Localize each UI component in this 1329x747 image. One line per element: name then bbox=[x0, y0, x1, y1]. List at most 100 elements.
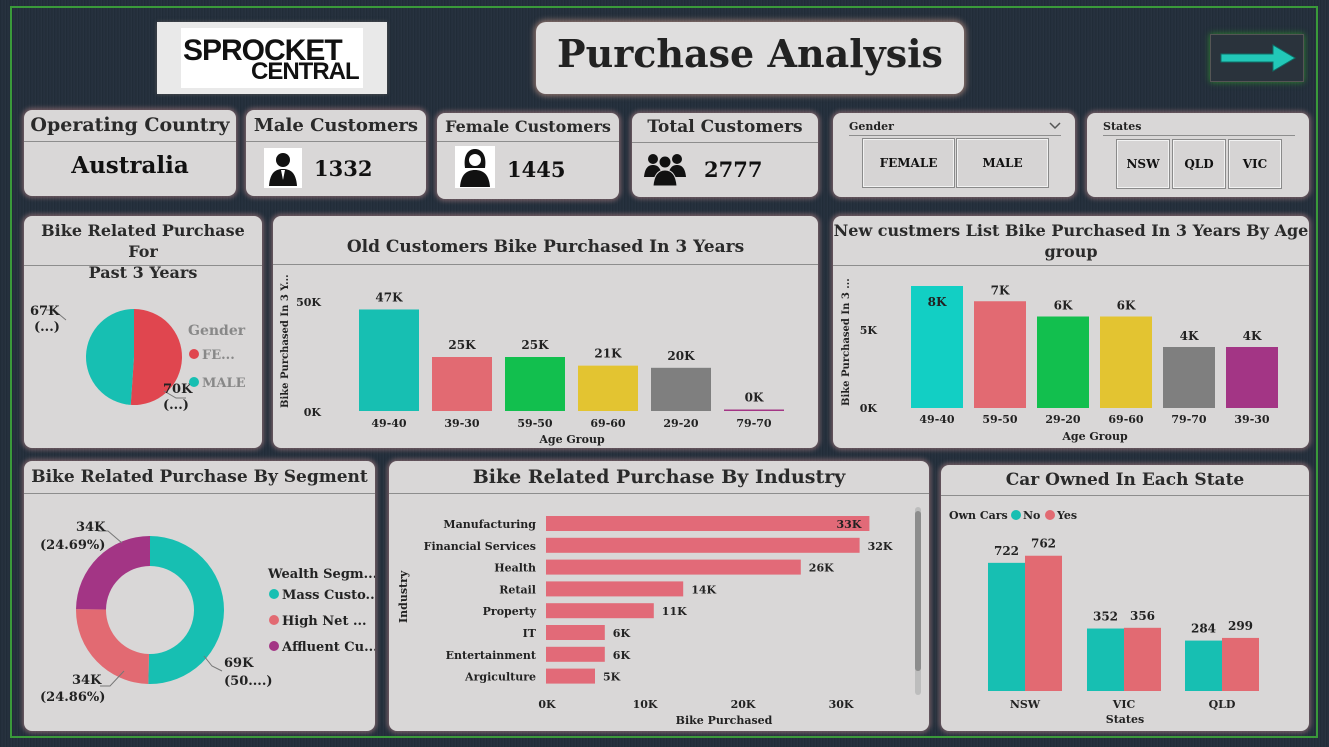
bar-nsw-yes[interactable] bbox=[1025, 555, 1062, 691]
bar-manufacturing[interactable] bbox=[546, 516, 870, 531]
bar-79-70[interactable] bbox=[1163, 347, 1215, 408]
y-tick-label: 50K bbox=[296, 296, 321, 309]
bar-vic-yes[interactable] bbox=[1124, 627, 1161, 691]
bar-qld-yes[interactable] bbox=[1222, 637, 1259, 691]
states-slicer: States NSW QLD VIC bbox=[1087, 113, 1309, 197]
states-slicer-divider bbox=[1103, 135, 1295, 136]
x-axis-label: Age Group bbox=[1061, 430, 1128, 443]
bar-value-label: 26K bbox=[809, 562, 834, 575]
legend-item: Affluent Cu... bbox=[281, 640, 375, 655]
chevron-down-icon[interactable] bbox=[1049, 122, 1061, 130]
slice-label: 70K bbox=[163, 382, 193, 397]
gender-slicer: Gender FEMALE MALE bbox=[833, 113, 1075, 197]
arrow-right-icon bbox=[1220, 44, 1296, 72]
bar-entertainment[interactable] bbox=[546, 646, 605, 662]
bar-vic-no[interactable] bbox=[1087, 628, 1124, 691]
bar-value-label: 5K bbox=[603, 671, 621, 684]
legend-item: MALE bbox=[202, 376, 246, 391]
y-tick-label: Retail bbox=[499, 583, 536, 596]
operating-country-value: Australia bbox=[71, 152, 189, 179]
bar-value-label: 356 bbox=[1130, 609, 1155, 623]
states-slicer-label: States bbox=[1103, 120, 1142, 133]
gender-option-male[interactable]: MALE bbox=[956, 138, 1049, 188]
slice-label: 34K bbox=[72, 673, 102, 688]
slice-label: 67K bbox=[30, 304, 60, 319]
bar-qld-no[interactable] bbox=[1185, 640, 1222, 691]
new-customers-card: New custmers List Bike Purchased In 3 Ye… bbox=[833, 216, 1309, 448]
y-tick-label: IT bbox=[523, 627, 537, 640]
bar-value-label: 4K bbox=[1243, 329, 1262, 343]
total-customers-label: Total Customers bbox=[632, 113, 818, 143]
bar-29-20[interactable] bbox=[651, 367, 711, 411]
x-tick-label: 30K bbox=[829, 698, 854, 711]
group-icon bbox=[644, 154, 686, 187]
bar-argiculture[interactable] bbox=[546, 668, 595, 684]
bar-value-label: 762 bbox=[1031, 537, 1056, 551]
x-tick-label: 69-60 bbox=[590, 417, 626, 430]
bar-69-60[interactable] bbox=[578, 365, 638, 411]
x-axis-label: Bike Purchased bbox=[676, 714, 773, 727]
female-customers-card: Female Customers 1445 bbox=[437, 113, 619, 199]
slice-label: 34K bbox=[76, 520, 106, 535]
gender-slicer-label: Gender bbox=[849, 120, 894, 133]
bar-49-40[interactable] bbox=[359, 309, 419, 411]
bar-59-50[interactable] bbox=[974, 301, 1026, 408]
bar-39-30[interactable] bbox=[432, 357, 492, 411]
bar-value-label: 21K bbox=[594, 347, 622, 361]
x-tick-label: 29-20 bbox=[1045, 413, 1081, 426]
bar-it[interactable] bbox=[546, 625, 605, 640]
segment-donut-card: Bike Related Purchase By Segment 34K (24… bbox=[24, 461, 375, 731]
state-option-nsw[interactable]: NSW bbox=[1116, 139, 1170, 189]
y-tick-label: Health bbox=[494, 562, 536, 575]
bar-nsw-no[interactable] bbox=[988, 562, 1025, 691]
female-customers-value: 1445 bbox=[507, 157, 566, 182]
bar-value-label: 0K bbox=[745, 391, 764, 405]
x-tick-label: 29-20 bbox=[663, 417, 699, 430]
bar-79-70[interactable] bbox=[724, 409, 784, 412]
gender-option-female[interactable]: FEMALE bbox=[862, 138, 955, 188]
legend-swatch bbox=[1011, 510, 1021, 520]
next-page-button[interactable] bbox=[1210, 34, 1304, 82]
bar-value-label: 25K bbox=[521, 338, 549, 352]
y-tick-label: Financial Services bbox=[424, 540, 536, 553]
bar-value-label: 6K bbox=[1054, 299, 1073, 313]
y-tick-label: Entertainment bbox=[446, 649, 537, 662]
bar-69-60[interactable] bbox=[1100, 316, 1152, 409]
female-customers-label: Female Customers bbox=[437, 113, 619, 142]
bar-39-30[interactable] bbox=[1226, 347, 1278, 408]
x-tick-label: 49-40 bbox=[371, 417, 407, 430]
donut-slice-0[interactable] bbox=[148, 536, 225, 684]
old-customers-chart: 47K 49-40 25K 39-30 25K 59-50 21K 69-60 20K 29-20… bbox=[280, 274, 784, 446]
slice-label: (24.69%) bbox=[40, 538, 105, 553]
industry-scrollbar[interactable] bbox=[915, 507, 921, 695]
bar-59-50[interactable] bbox=[505, 357, 565, 411]
bar-29-20[interactable] bbox=[1037, 316, 1089, 409]
x-tick-label: QLD bbox=[1209, 698, 1236, 711]
pie-slice-male[interactable] bbox=[86, 309, 134, 405]
bar-retail[interactable] bbox=[546, 581, 684, 597]
x-tick-label: 69-60 bbox=[1108, 413, 1144, 426]
x-axis-label: States bbox=[1106, 713, 1144, 726]
bar-value-label: 32K bbox=[868, 540, 893, 553]
gender-slicer-divider bbox=[849, 135, 1061, 136]
bar-property[interactable] bbox=[546, 603, 654, 619]
bar-value-label: 20K bbox=[667, 349, 695, 363]
bar-value-label: 8K bbox=[928, 295, 947, 309]
bar-financial-services[interactable] bbox=[546, 537, 860, 553]
bar-value-label: 284 bbox=[1191, 622, 1216, 636]
state-option-vic[interactable]: VIC bbox=[1228, 139, 1282, 189]
scrollbar-thumb[interactable] bbox=[915, 511, 921, 671]
x-tick-label: 59-50 bbox=[982, 413, 1018, 426]
x-axis-label: Age Group bbox=[538, 433, 605, 446]
bar-health[interactable] bbox=[546, 559, 801, 575]
bar-value-label: 25K bbox=[448, 338, 476, 352]
male-person-icon bbox=[264, 148, 302, 188]
legend-item: Yes bbox=[1056, 509, 1077, 522]
slice-label: (...) bbox=[34, 320, 60, 335]
legend-item: No bbox=[1023, 509, 1040, 522]
bar-value-label: 47K bbox=[375, 290, 403, 304]
state-option-qld[interactable]: QLD bbox=[1172, 139, 1226, 189]
legend-swatch bbox=[189, 349, 199, 359]
legend-title: Wealth Segm... bbox=[267, 567, 375, 582]
y-tick-label: Manufacturing bbox=[443, 518, 536, 531]
